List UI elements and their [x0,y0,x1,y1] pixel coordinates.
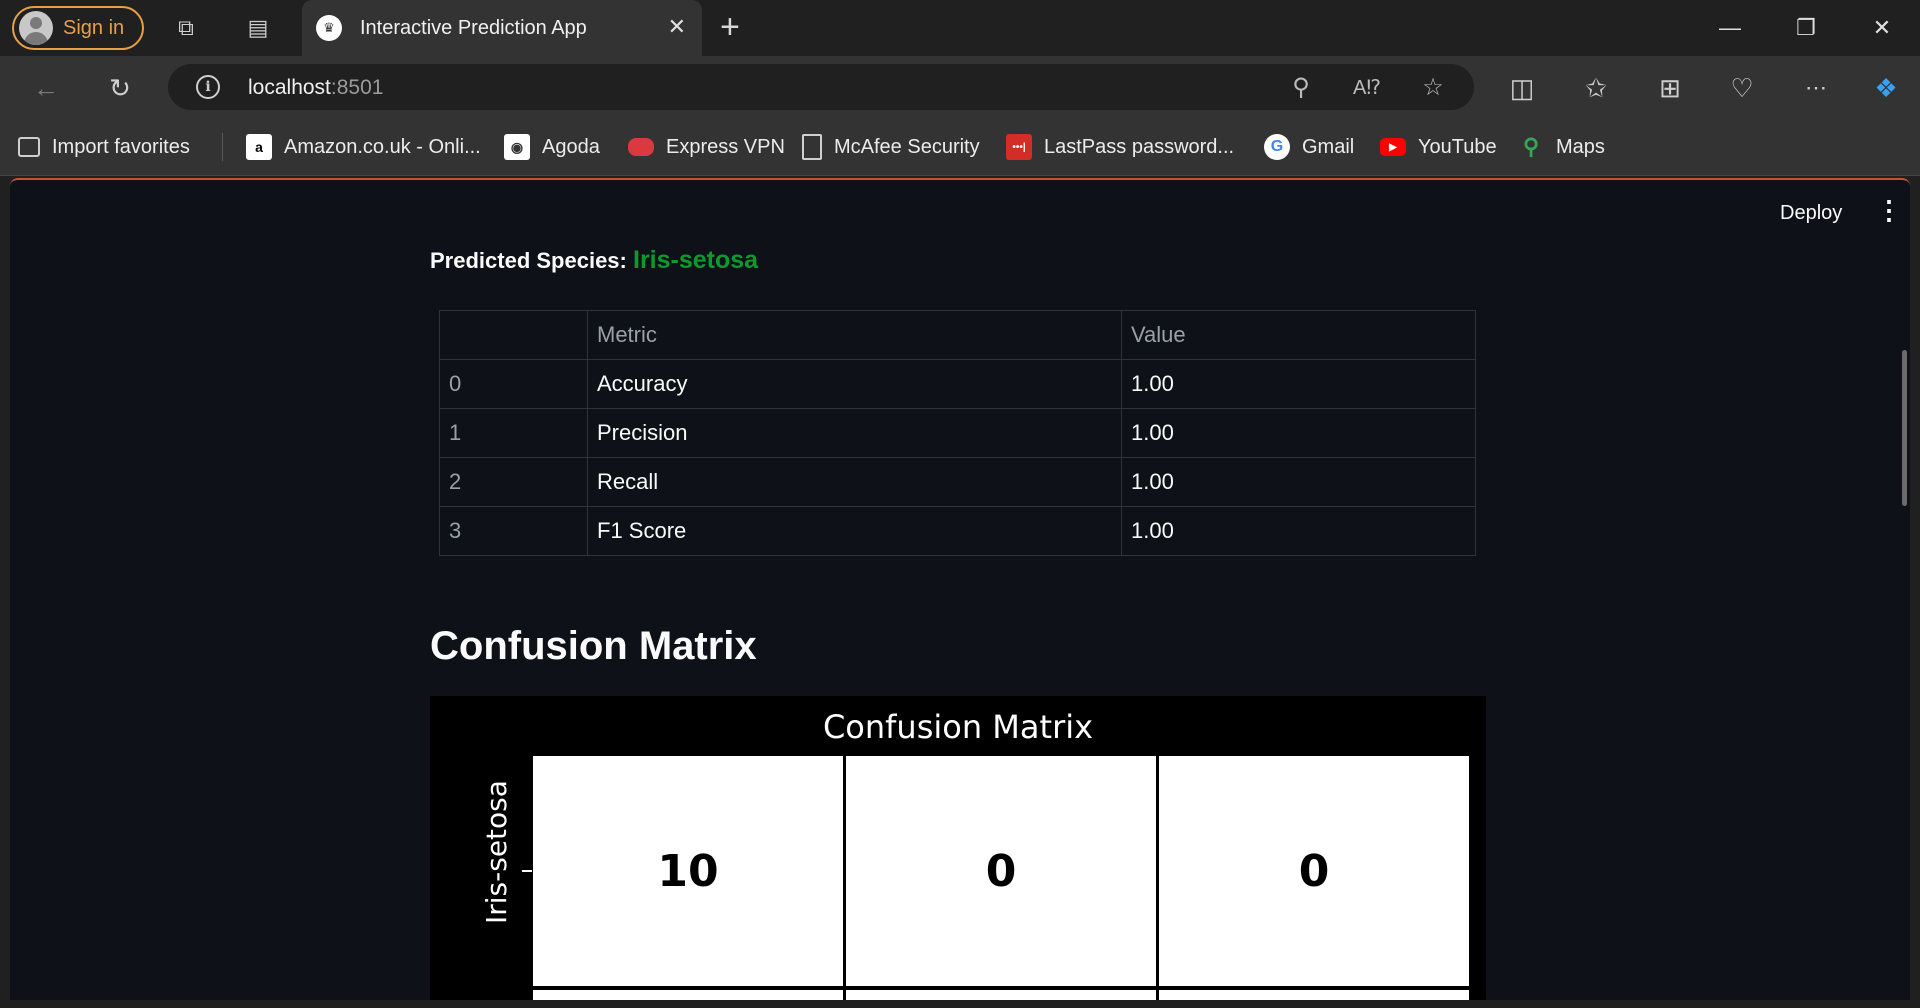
favorite-import-favorites[interactable]: Import favorites [18,132,190,162]
favorite-gmail[interactable]: G Gmail [1264,132,1354,162]
matrix-cell [533,990,843,1000]
matrix-cell: 10 [533,756,843,986]
favorite-express-vpn[interactable]: Express VPN [628,132,785,162]
row-index: 3 [439,506,588,556]
table-header-row: Metric Value [439,310,1476,360]
tab-actions-icon[interactable]: ▤ [240,10,276,46]
lastpass-icon: •••| [1006,134,1032,160]
maps-icon: ⚲ [1522,134,1540,159]
tab-strip: Sign in ⧉ ▤ ♛ Interactive Prediction App… [0,0,1920,56]
metric-name: Precision [587,408,1122,458]
chart-title: Confusion Matrix [822,708,1094,746]
metric-value: 1.00 [1121,408,1476,458]
predicted-species: Predicted Species: Iris-setosa [430,246,758,275]
matrix-cell: 0 [1159,756,1469,986]
favorite-youtube[interactable]: ▶ YouTube [1380,132,1497,162]
browser-essentials-icon[interactable]: ♡ [1722,68,1762,108]
metric-value: 1.00 [1121,457,1476,507]
favorites-icon[interactable]: ✩ [1576,68,1616,108]
more-options-icon[interactable]: ⋯ [1796,68,1836,108]
close-tab-icon[interactable]: ✕ [668,14,686,40]
split-screen-icon[interactable]: ◫ [1502,68,1542,108]
favorite-amazon[interactable]: a Amazon.co.uk - Onli... [246,132,481,162]
refresh-icon[interactable]: ↻ [100,68,140,108]
deploy-button[interactable]: Deploy [1780,202,1842,225]
metrics-table[interactable]: Metric Value 0 Accuracy 1.00 1 Precision… [439,310,1476,556]
metric-name: F1 Score [587,506,1122,556]
workspaces-icon[interactable]: ⧉ [168,10,204,46]
row-index: 1 [439,408,588,458]
page-viewport: Deploy ⋮ Predicted Species: Iris-setosa … [10,178,1910,1000]
table-header-metric: Metric [587,310,1122,360]
tab-interactive-prediction-app[interactable]: ♛ Interactive Prediction App ✕ [302,0,702,56]
restore-icon[interactable]: ❐ [1770,0,1842,56]
site-info-icon[interactable]: i [196,75,220,99]
address-bar[interactable]: i localhost:8501 ⚲ A⁉ ☆ [168,64,1474,110]
row-index: 2 [439,457,588,507]
metric-value: 1.00 [1121,506,1476,556]
matrix-cell: 0 [846,756,1156,986]
y-tick-mark [522,870,532,872]
table-header-index [439,310,588,360]
table-row[interactable]: 1 Precision 1.00 [439,408,1476,458]
minimize-icon[interactable]: — [1694,0,1766,56]
favorite-mcafee-security[interactable]: McAfee Security [802,132,980,162]
youtube-icon: ▶ [1380,138,1406,156]
navigation-bar: ← ↻ i localhost:8501 ⚲ A⁉ ☆ ◫ ✩ ⊞ ♡ ⋯ ❖ [0,56,1920,118]
expressvpn-icon [628,138,654,156]
favorite-agoda[interactable]: ◉ Agoda [504,132,600,162]
import-favorites-icon [18,137,40,157]
avatar [19,11,53,45]
sign-in-button[interactable]: Sign in [12,6,144,50]
y-tick-label: Iris-setosa [480,780,513,924]
amazon-icon: a [246,134,272,160]
table-row[interactable]: 0 Accuracy 1.00 [439,359,1476,409]
back-icon[interactable]: ← [26,68,66,108]
tab-title: Interactive Prediction App [360,16,587,39]
predicted-species-value: Iris-setosa [633,246,759,274]
sign-in-label: Sign in [63,16,125,39]
confusion-matrix-plot: Confusion Matrix Iris-setosa 10 0 0 [430,696,1486,1000]
table-header-value: Value [1121,310,1476,360]
matrix-cell [846,990,1156,1000]
read-aloud-icon[interactable]: A⁉ [1352,72,1382,102]
scrollbar[interactable] [1902,350,1907,506]
new-tab-button[interactable]: + [720,8,740,47]
metric-name: Accuracy [587,359,1122,409]
table-row[interactable]: 2 Recall 1.00 [439,457,1476,507]
zoom-out-icon[interactable]: ⚲ [1286,72,1316,102]
favorites-bar: Import favorites a Amazon.co.uk - Onli..… [0,118,1920,176]
favorites-divider [222,133,223,161]
agoda-icon: ◉ [504,134,530,160]
favorite-lastpass[interactable]: •••| LastPass password... [1006,132,1234,162]
main-menu-icon[interactable]: ⋮ [1876,197,1902,223]
google-icon: G [1264,134,1290,160]
close-window-icon[interactable]: ✕ [1846,0,1918,56]
copilot-icon[interactable]: ❖ [1866,68,1906,108]
matrix-cell [1159,990,1469,1000]
predicted-label: Predicted Species: [430,248,627,273]
metric-name: Recall [587,457,1122,507]
confusion-matrix-heading: Confusion Matrix [430,624,757,668]
favorite-maps[interactable]: ⚲ Maps [1518,132,1605,162]
favorite-star-icon[interactable]: ☆ [1418,72,1448,102]
url-text: localhost:8501 [248,76,384,99]
table-row[interactable]: 3 F1 Score 1.00 [439,506,1476,556]
collections-icon[interactable]: ⊞ [1650,68,1690,108]
metric-value: 1.00 [1121,359,1476,409]
page-icon [802,134,822,160]
row-index: 0 [439,359,588,409]
streamlit-crown-icon: ♛ [316,15,342,41]
